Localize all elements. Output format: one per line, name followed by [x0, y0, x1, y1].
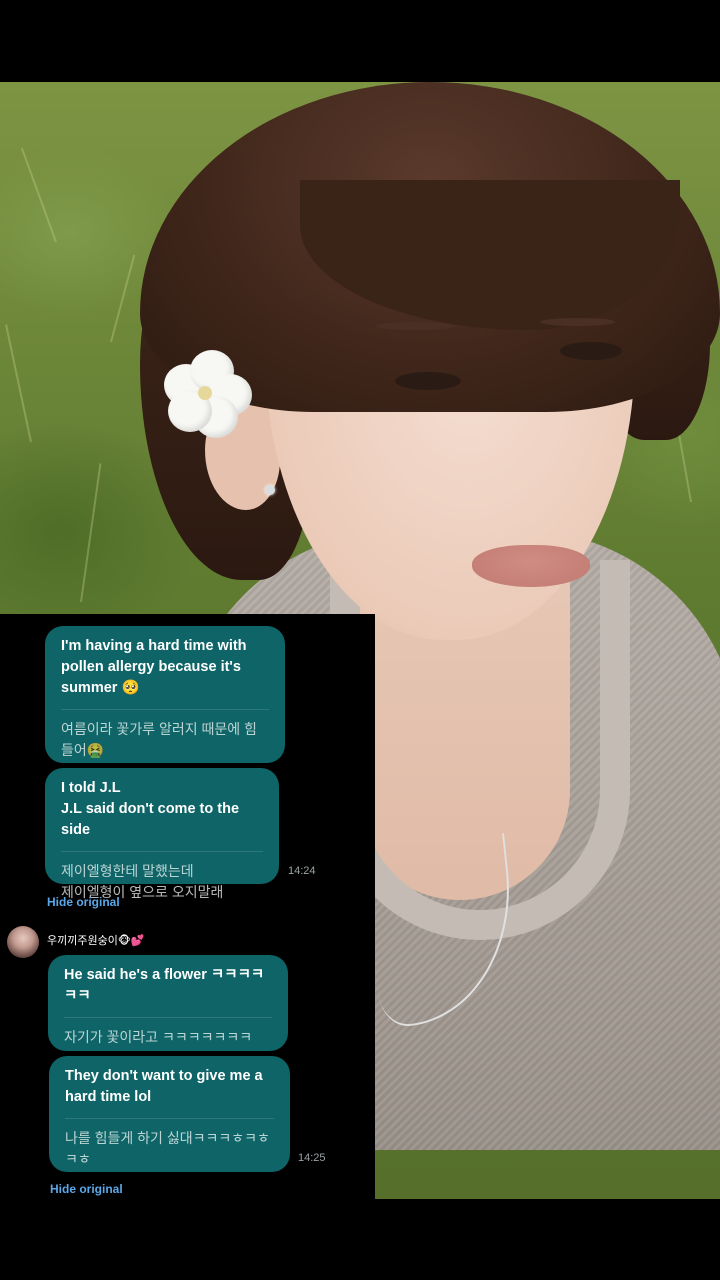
- right-eyebrow: [540, 318, 615, 326]
- message-timestamp: 14:25: [298, 1152, 326, 1164]
- message-original-text: I told J.L J.L said don't come to the si…: [61, 780, 240, 838]
- divider: [61, 709, 269, 710]
- lips: [472, 545, 590, 587]
- message-bubble[interactable]: I'm having a hard time with pollen aller…: [45, 626, 285, 763]
- grass-blade: [5, 324, 32, 443]
- right-eye: [560, 342, 622, 360]
- left-eyebrow: [375, 322, 455, 330]
- grass-blade: [20, 147, 57, 243]
- message-original-text: I'm having a hard time with pollen aller…: [61, 638, 247, 696]
- grass-blade: [110, 254, 136, 343]
- message-translated-text: 여름이라 꽃가루 알러지 때문에 힘들어🤮: [61, 721, 257, 758]
- hide-original-link[interactable]: Hide original: [47, 895, 120, 909]
- message-original-text: They don't want to give me a hard time l…: [65, 1068, 263, 1105]
- message-timestamp: 14:24: [288, 865, 316, 877]
- divider: [65, 1118, 274, 1119]
- message-bubble[interactable]: They don't want to give me a hard time l…: [49, 1056, 290, 1172]
- earring: [265, 485, 275, 495]
- flower-icon: [160, 350, 255, 440]
- hide-original-link[interactable]: Hide original: [50, 1182, 123, 1196]
- grass-blade: [80, 463, 102, 603]
- message-translated-text: 자기가 꽃이라고 ㅋㅋㅋㅋㅋㅋㅋ: [64, 1029, 253, 1045]
- left-eye: [395, 372, 461, 390]
- message-bubble[interactable]: He said he's a flower ㅋㅋㅋㅋㅋㅋ 자기가 꽃이라고 ㅋㅋ…: [48, 955, 288, 1051]
- sender-name: 우끼끼주원숭이🐵💕: [47, 935, 145, 947]
- message-bubble[interactable]: I told J.L J.L said don't come to the si…: [45, 768, 279, 900]
- message-original-text: He said he's a flower ㅋㅋㅋㅋㅋㅋ: [64, 967, 265, 1004]
- message-translated-text: 나를 힘들게 하기 싫대ㅋㅋㅋㅎㅋㅎㅋㅎ: [65, 1130, 270, 1167]
- divider: [61, 851, 263, 852]
- divider: [64, 1017, 272, 1018]
- avatar[interactable]: [7, 926, 39, 958]
